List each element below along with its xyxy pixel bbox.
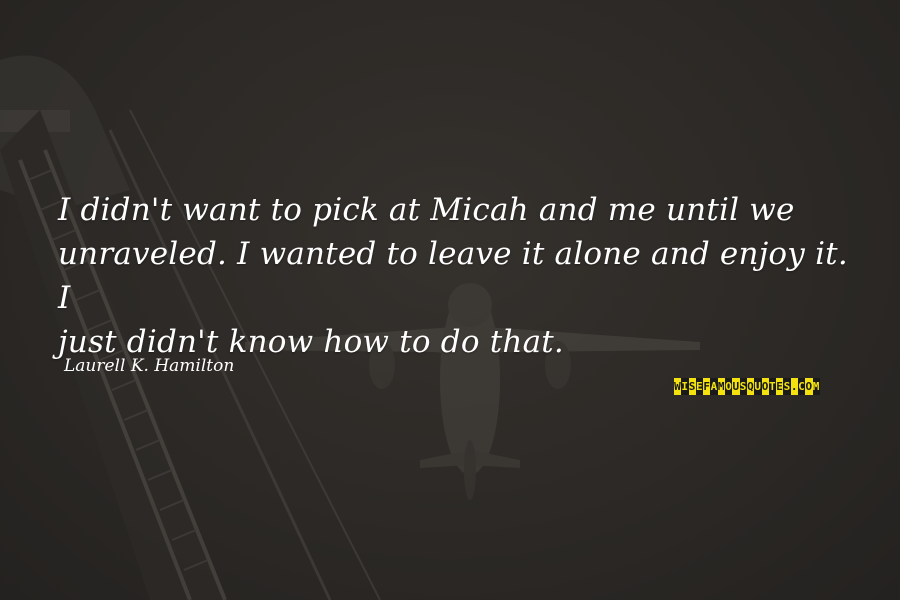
quote-line: just didn't know how to do that. [58,324,564,360]
quote-image: I didn't want to pick at Micah and me un… [0,0,900,600]
quote-line: unraveled. I wanted to leave it alone an… [58,236,848,316]
quote-text: I didn't want to pick at Micah and me un… [58,188,858,364]
watermark-badge: WISEFAMOUSQUOTES.COM [674,378,820,395]
author-name: Laurell K. Hamilton [64,356,235,376]
watermark-text: WISEFAMOUSQUOTES.COM [674,378,820,395]
quote-line: I didn't want to pick at Micah and me un… [58,192,795,228]
